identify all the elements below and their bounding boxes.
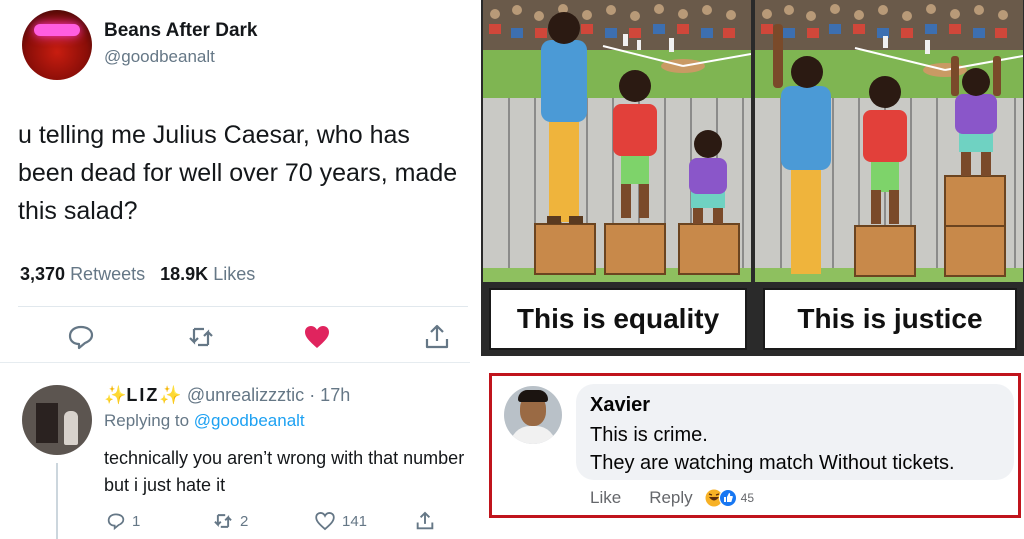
reply-author-handle[interactable]: @unrealizzztic xyxy=(187,385,304,405)
retweet-button[interactable]: 2 xyxy=(212,509,248,533)
share-button[interactable] xyxy=(414,509,436,533)
reply-time: · 17h xyxy=(309,385,351,405)
tweet-author-handle[interactable]: @goodbeanalt xyxy=(104,47,215,67)
reply-icon xyxy=(107,513,125,531)
reply-button[interactable]: Reply xyxy=(649,488,692,508)
comment-line-1: This is crime. xyxy=(590,424,708,446)
reply-tweet: ✨LIZ✨ @unrealizzztic · 17h Replying to @… xyxy=(0,362,470,539)
reply-author[interactable]: ✨LIZ✨ @unrealizzztic · 17h xyxy=(104,385,350,406)
reply-icon[interactable] xyxy=(66,322,96,352)
sparkle-icon: ✨ xyxy=(104,385,127,405)
avatar[interactable] xyxy=(22,385,92,455)
replying-prefix: Replying to xyxy=(104,411,190,430)
equality-justice-comic: This is equality This is justice xyxy=(481,0,1024,356)
retweets-label[interactable]: Retweets xyxy=(70,264,145,284)
divider xyxy=(18,306,468,307)
replying-to-handle[interactable]: @goodbeanalt xyxy=(194,411,305,430)
reaction-summary[interactable]: 45 xyxy=(705,489,754,507)
tweet-author-name[interactable]: Beans After Dark xyxy=(104,20,257,42)
retweet-icon[interactable] xyxy=(186,322,216,352)
like-icon[interactable] xyxy=(302,322,332,352)
like-button[interactable]: 141 xyxy=(314,509,367,533)
likes-label[interactable]: Likes xyxy=(213,264,255,284)
tweet-card: Beans After Dark @goodbeanalt u telling … xyxy=(0,0,470,362)
reply-actions: 1 2 141 xyxy=(104,509,464,535)
caption-justice: This is justice xyxy=(763,288,1017,350)
retweets-count[interactable]: 3,370 xyxy=(20,264,65,284)
comment-line-2: They are watching match Without tickets. xyxy=(590,452,955,474)
reply-text: technically you aren’t wrong with that n… xyxy=(104,448,465,495)
avatar[interactable] xyxy=(504,386,562,444)
tweet-stats: 3,370 Retweets 18.9K Likes xyxy=(20,264,255,285)
reply-author-name[interactable]: LIZ xyxy=(126,385,159,405)
avatar[interactable] xyxy=(22,10,92,80)
tweet-text: u telling me Julius Caesar, who has been… xyxy=(18,121,458,225)
heart-outline-icon xyxy=(315,512,335,531)
tweet-actions xyxy=(0,318,470,358)
share-icon xyxy=(416,511,434,530)
replying-to: Replying to @goodbeanalt xyxy=(104,411,305,431)
like-button[interactable]: Like xyxy=(590,488,621,508)
comic-panel-justice xyxy=(755,0,1023,282)
caption-equality: This is equality xyxy=(489,288,747,350)
reaction-count: 45 xyxy=(740,491,755,505)
thumbs-up-reaction-icon xyxy=(718,489,737,507)
comic-panel-equality xyxy=(483,0,751,282)
commenter-name[interactable]: Xavier xyxy=(590,394,650,417)
facebook-comment: Xavier This is crime. They are watching … xyxy=(489,373,1021,518)
comment-actions: Like Reply 45 xyxy=(590,488,754,508)
reply-count: 1 xyxy=(132,512,141,530)
like-count: 141 xyxy=(342,512,368,530)
retweet-icon xyxy=(214,514,232,528)
comment-bubble: Xavier This is crime. They are watching … xyxy=(576,384,1014,480)
likes-count[interactable]: 18.9K xyxy=(160,264,208,284)
share-icon[interactable] xyxy=(422,322,452,352)
reply-button[interactable]: 1 xyxy=(106,509,140,533)
sparkle-icon: ✨ xyxy=(159,385,182,405)
thread-line xyxy=(56,463,58,539)
retweet-count: 2 xyxy=(240,512,249,530)
